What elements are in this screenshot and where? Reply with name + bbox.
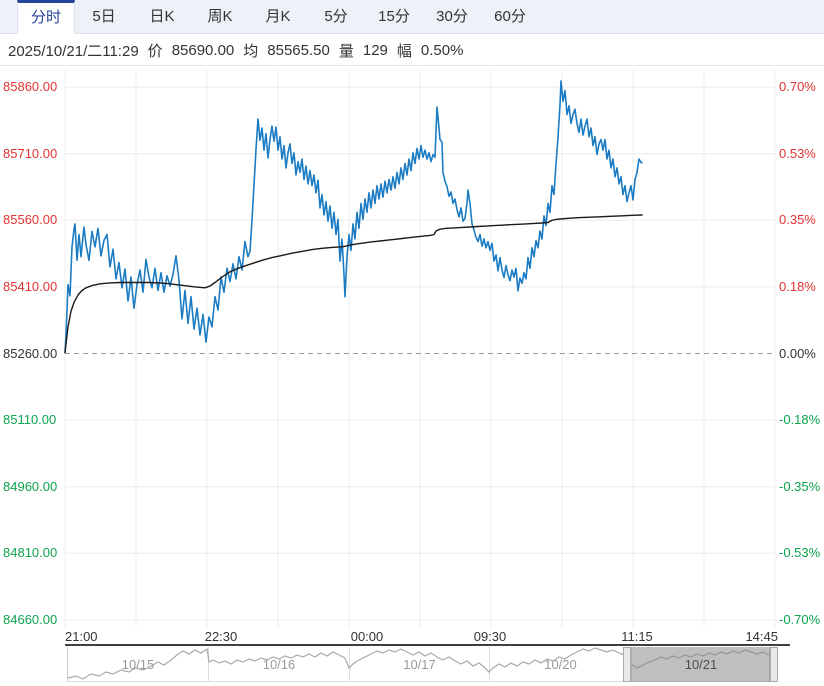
price-tick-label: 84960.00 bbox=[3, 479, 63, 495]
percent-tick-label: -0.70% bbox=[779, 612, 824, 628]
price-tick-label: 85560.00 bbox=[3, 212, 63, 228]
percent-tick-label: 0.53% bbox=[779, 146, 824, 162]
time-tick-label: 14:45 bbox=[745, 629, 778, 644]
price-tick-label: 85860.00 bbox=[3, 79, 63, 95]
intraday-chart-app: 分时5日日K周K月K5分15分30分60分 2025/10/21/二11:29 … bbox=[0, 0, 824, 686]
percent-tick-label: 0.18% bbox=[779, 279, 824, 295]
time-tick-label: 21:00 bbox=[65, 629, 98, 644]
percent-tick-label: 0.35% bbox=[779, 212, 824, 228]
date-range-navigator[interactable]: 10/1510/1610/1710/20 10/21 bbox=[67, 647, 770, 682]
time-tick-label: 00:00 bbox=[351, 629, 384, 644]
time-tick-label: 11:15 bbox=[621, 629, 653, 644]
price-tick-label: 85410.00 bbox=[3, 279, 63, 295]
percent-tick-label: -0.35% bbox=[779, 479, 824, 495]
time-tick-label: 22:30 bbox=[205, 629, 238, 644]
price-tick-label: 85710.00 bbox=[3, 146, 63, 162]
price-tick-label: 84660.00 bbox=[3, 612, 63, 628]
percent-tick-label: -0.18% bbox=[779, 412, 824, 428]
price-tick-label: 84810.00 bbox=[3, 545, 63, 561]
navigator-right-handle[interactable] bbox=[770, 647, 778, 682]
time-tick-label: 09:30 bbox=[474, 629, 507, 644]
price-tick-label: 85110.00 bbox=[3, 412, 63, 428]
price-tick-label: 85260.00 bbox=[3, 346, 63, 362]
percent-tick-label: 0.70% bbox=[779, 79, 824, 95]
percent-tick-label: -0.53% bbox=[779, 545, 824, 561]
percent-tick-label: 0.00% bbox=[779, 346, 824, 362]
navigator-left-handle[interactable] bbox=[623, 647, 631, 682]
navigator-selected-label: 10/21 bbox=[631, 656, 771, 674]
plot-area[interactable] bbox=[0, 0, 824, 686]
